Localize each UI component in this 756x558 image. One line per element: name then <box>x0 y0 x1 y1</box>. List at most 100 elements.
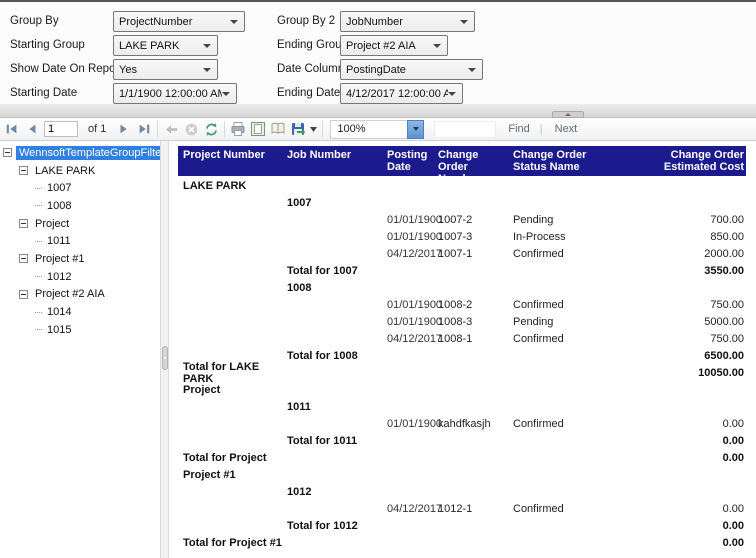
cell-change-order-status: Confirmed <box>511 418 600 430</box>
cell-change-order-number: 1008-2 <box>435 299 511 311</box>
cell-posting-date: 01/01/1900 <box>380 231 435 243</box>
toolbar-separator <box>157 121 158 137</box>
tree-item-label[interactable]: 1007 <box>44 181 74 195</box>
tree-connector <box>35 329 42 330</box>
tree-item-lake-park[interactable]: LAKE PARK <box>0 162 160 180</box>
next-page-button[interactable] <box>114 119 134 139</box>
table-row: 1008 <box>178 279 746 296</box>
table-row: 01/01/19001007-2Pending700.00 <box>178 211 746 228</box>
cell-estimated-cost: 2000.00 <box>600 248 746 260</box>
column-header-change-order-status-name: Change Order Status Name <box>511 146 600 176</box>
first-page-button[interactable] <box>2 119 22 139</box>
export-menu-button[interactable] <box>308 119 319 139</box>
tree-item-label[interactable]: 1012 <box>44 270 74 284</box>
chevron-down-icon <box>413 127 419 131</box>
column-header-project-number: Project Number <box>178 146 286 176</box>
document-map-tree: WennsoftTemplateGroupFilterD LAKE PARK 100… <box>0 141 160 558</box>
tree-item-project-1[interactable]: Project #1 <box>0 250 160 268</box>
selected-value: JobNumber <box>341 16 460 28</box>
cell-job-number: Total for 1012 <box>286 520 380 532</box>
back-button[interactable] <box>161 119 181 139</box>
table-row: 01/01/19001007-3In-Process850.00 <box>178 228 746 245</box>
cell-posting-date: 04/12/2017 <box>380 503 435 515</box>
page-number-input[interactable] <box>44 121 78 137</box>
page-setup-button[interactable] <box>268 119 288 139</box>
last-page-icon <box>137 122 151 136</box>
param-label-ending-group: Ending Group <box>277 39 348 51</box>
tree-item-label[interactable]: Project #2 AIA <box>32 287 108 301</box>
table-row: Project #1 <box>178 466 746 483</box>
tree-connector <box>35 188 42 189</box>
collapse-expander-icon[interactable] <box>3 148 12 157</box>
table-header-row: Project NumberJob NumberPosting DateChan… <box>178 146 746 176</box>
collapse-expander-icon[interactable] <box>19 166 28 175</box>
find-input[interactable] <box>434 121 496 138</box>
tree-item-label[interactable]: WennsoftTemplateGroupFilterD <box>16 146 160 160</box>
zoom-dropdown-button[interactable] <box>407 120 424 139</box>
tree-item-label[interactable]: LAKE PARK <box>32 164 98 178</box>
parameter-panel: Group ByProjectNumberStarting GroupLAKE … <box>0 2 756 104</box>
next-button[interactable]: Next <box>555 123 578 135</box>
toolbar-separator <box>224 121 225 137</box>
tree-item-label[interactable]: Project #1 <box>32 252 88 266</box>
export-button[interactable] <box>288 119 308 139</box>
table-row: Project <box>178 381 746 398</box>
datetime-picker-ending-date[interactable]: 4/12/2017 12:00:00 AM <box>340 83 463 104</box>
print-button[interactable] <box>228 119 248 139</box>
refresh-button[interactable] <box>201 119 221 139</box>
collapse-expander-icon[interactable] <box>19 254 28 263</box>
table-row: 01/01/1900kahdfkasjhConfirmed0.00 <box>178 415 746 432</box>
table-row: 04/12/20171012-1Confirmed0.00 <box>178 500 746 517</box>
cell-job-number: Total for 1011 <box>286 435 380 447</box>
table-row: 1007 <box>178 194 746 211</box>
previous-page-button[interactable] <box>22 119 42 139</box>
tree-connector <box>35 241 42 242</box>
tree-item-label[interactable]: 1014 <box>44 305 74 319</box>
tree-item-1011[interactable]: 1011 <box>0 232 160 250</box>
table-row: Total for 10073550.00 <box>178 262 746 279</box>
param-select-ending-group[interactable]: Project #2 AIA <box>340 35 448 56</box>
param-select-date-column[interactable]: PostingDate <box>340 59 483 80</box>
table-row: Total for Project #10.00 <box>178 534 746 551</box>
table-row: Total for 10120.00 <box>178 517 746 534</box>
tree-item-wennsofttemplategroupfilterd[interactable]: WennsoftTemplateGroupFilterD <box>0 144 160 162</box>
param-select-group-by-2[interactable]: JobNumber <box>340 11 475 32</box>
splitter-drag-handle[interactable] <box>162 346 168 370</box>
toolbar-separator <box>322 121 323 137</box>
cell-change-order-status: Confirmed <box>511 299 600 311</box>
table-row: 1011 <box>178 398 746 415</box>
print-layout-button[interactable] <box>248 119 268 139</box>
chevron-down-icon <box>460 20 468 24</box>
cell-change-order-status: Confirmed <box>511 503 600 515</box>
cell-job-number: 1007 <box>286 197 380 209</box>
cell-project-number: Total for LAKE PARK <box>178 361 286 385</box>
last-page-button[interactable] <box>134 119 154 139</box>
collapse-expander-icon[interactable] <box>19 219 28 228</box>
tree-item-1015[interactable]: 1015 <box>0 321 160 339</box>
tree-item-label[interactable]: 1008 <box>44 199 74 213</box>
tree-item-1007[interactable]: 1007 <box>0 179 160 197</box>
report-toolbar: of 1 100% Find | Next <box>0 118 756 141</box>
param-row: Date ColumnPostingDate <box>0 59 756 81</box>
find-button[interactable]: Find <box>508 123 529 135</box>
tree-item-label[interactable]: Project <box>32 217 72 231</box>
cell-change-order-number: 1007-2 <box>435 214 511 226</box>
parameter-splitter[interactable] <box>0 104 756 118</box>
tree-item-1012[interactable]: 1012 <box>0 268 160 286</box>
zoom-select[interactable]: 100% <box>330 120 424 139</box>
cell-posting-date: 01/01/1900 <box>380 418 435 430</box>
tree-item-1014[interactable]: 1014 <box>0 303 160 321</box>
param-label-group-by-2: Group By 2 <box>277 15 335 27</box>
chevron-down-icon <box>468 68 476 72</box>
cancel-button[interactable] <box>181 119 201 139</box>
tree-item-project-2-aia[interactable]: Project #2 AIA <box>0 286 160 304</box>
tree-item-project[interactable]: Project <box>0 215 160 233</box>
document-map-splitter[interactable] <box>160 141 169 558</box>
cell-estimated-cost: 0.00 <box>600 435 746 447</box>
tree-item-label[interactable]: 1015 <box>44 323 74 337</box>
cell-job-number: 1011 <box>286 401 380 413</box>
tree-item-1008[interactable]: 1008 <box>0 197 160 215</box>
splitter-collapse-handle[interactable] <box>552 111 584 118</box>
tree-item-label[interactable]: 1011 <box>44 234 74 248</box>
collapse-expander-icon[interactable] <box>19 290 28 299</box>
